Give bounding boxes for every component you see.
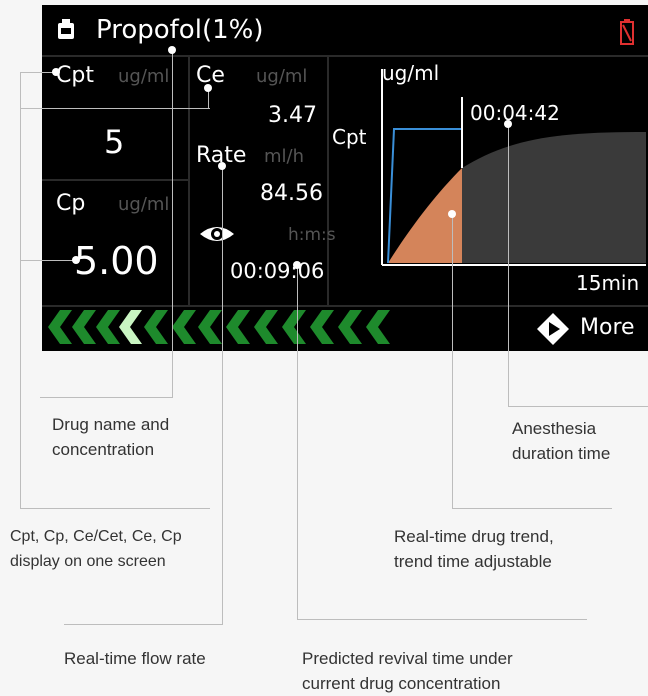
callout-revival: Predicted revival time under current dru…: [302, 649, 513, 693]
trend-actual-area: [388, 168, 462, 263]
infusion-pump-screen: Propofol(1%) Cpt ug/ml 5 Cp ug/ml 5.00 C…: [42, 5, 648, 351]
leader-line: [20, 508, 210, 509]
leader-line: [452, 508, 612, 509]
leader-line: [297, 265, 298, 619]
callout-display: Cpt, Cp, Ce/Cet, Ce, Cp display on one s…: [10, 528, 182, 570]
chevron-icon: [96, 308, 120, 351]
callout-trend: Real-time drug trend, trend time adjusta…: [394, 527, 554, 571]
chevron-icon: [172, 308, 196, 351]
callout-duration: Anesthesia duration time: [512, 419, 611, 463]
chevron-icon: [310, 308, 334, 351]
chevron-icon: [144, 308, 168, 351]
leader-line: [40, 397, 173, 398]
chevron-icon: [198, 308, 222, 351]
chevron-icon: [48, 308, 72, 351]
leader-line: [208, 88, 209, 108]
leader-line: [20, 72, 56, 73]
chevron-icon: [72, 308, 96, 351]
leader-line: [172, 50, 173, 397]
chevron-icon: [226, 308, 250, 351]
leader-line: [20, 72, 21, 508]
leader-line: [508, 124, 509, 406]
callout-flow: Real-time flow rate: [64, 649, 206, 668]
chevron-icon: [282, 308, 306, 351]
leader-line: [20, 108, 210, 109]
chevron-icon: [338, 308, 362, 351]
leader-line: [508, 406, 648, 407]
more-button[interactable]: More: [532, 309, 648, 349]
leader-line: [222, 166, 223, 624]
leader-line: [452, 214, 453, 508]
callout-drug-name: Drug name and concentration: [52, 415, 170, 459]
leader-line: [297, 619, 587, 620]
chevron-icon: [366, 308, 390, 351]
leader-line: [64, 624, 223, 625]
play-circle-icon: [537, 313, 569, 345]
trend-projection-area: [462, 132, 646, 263]
more-label: More: [580, 315, 635, 340]
leader-line: [20, 260, 76, 261]
chevron-icon: [254, 308, 278, 351]
trend-chart: [381, 69, 646, 266]
trend-span: 15min: [576, 271, 640, 295]
chevron-active-icon: [118, 308, 142, 351]
